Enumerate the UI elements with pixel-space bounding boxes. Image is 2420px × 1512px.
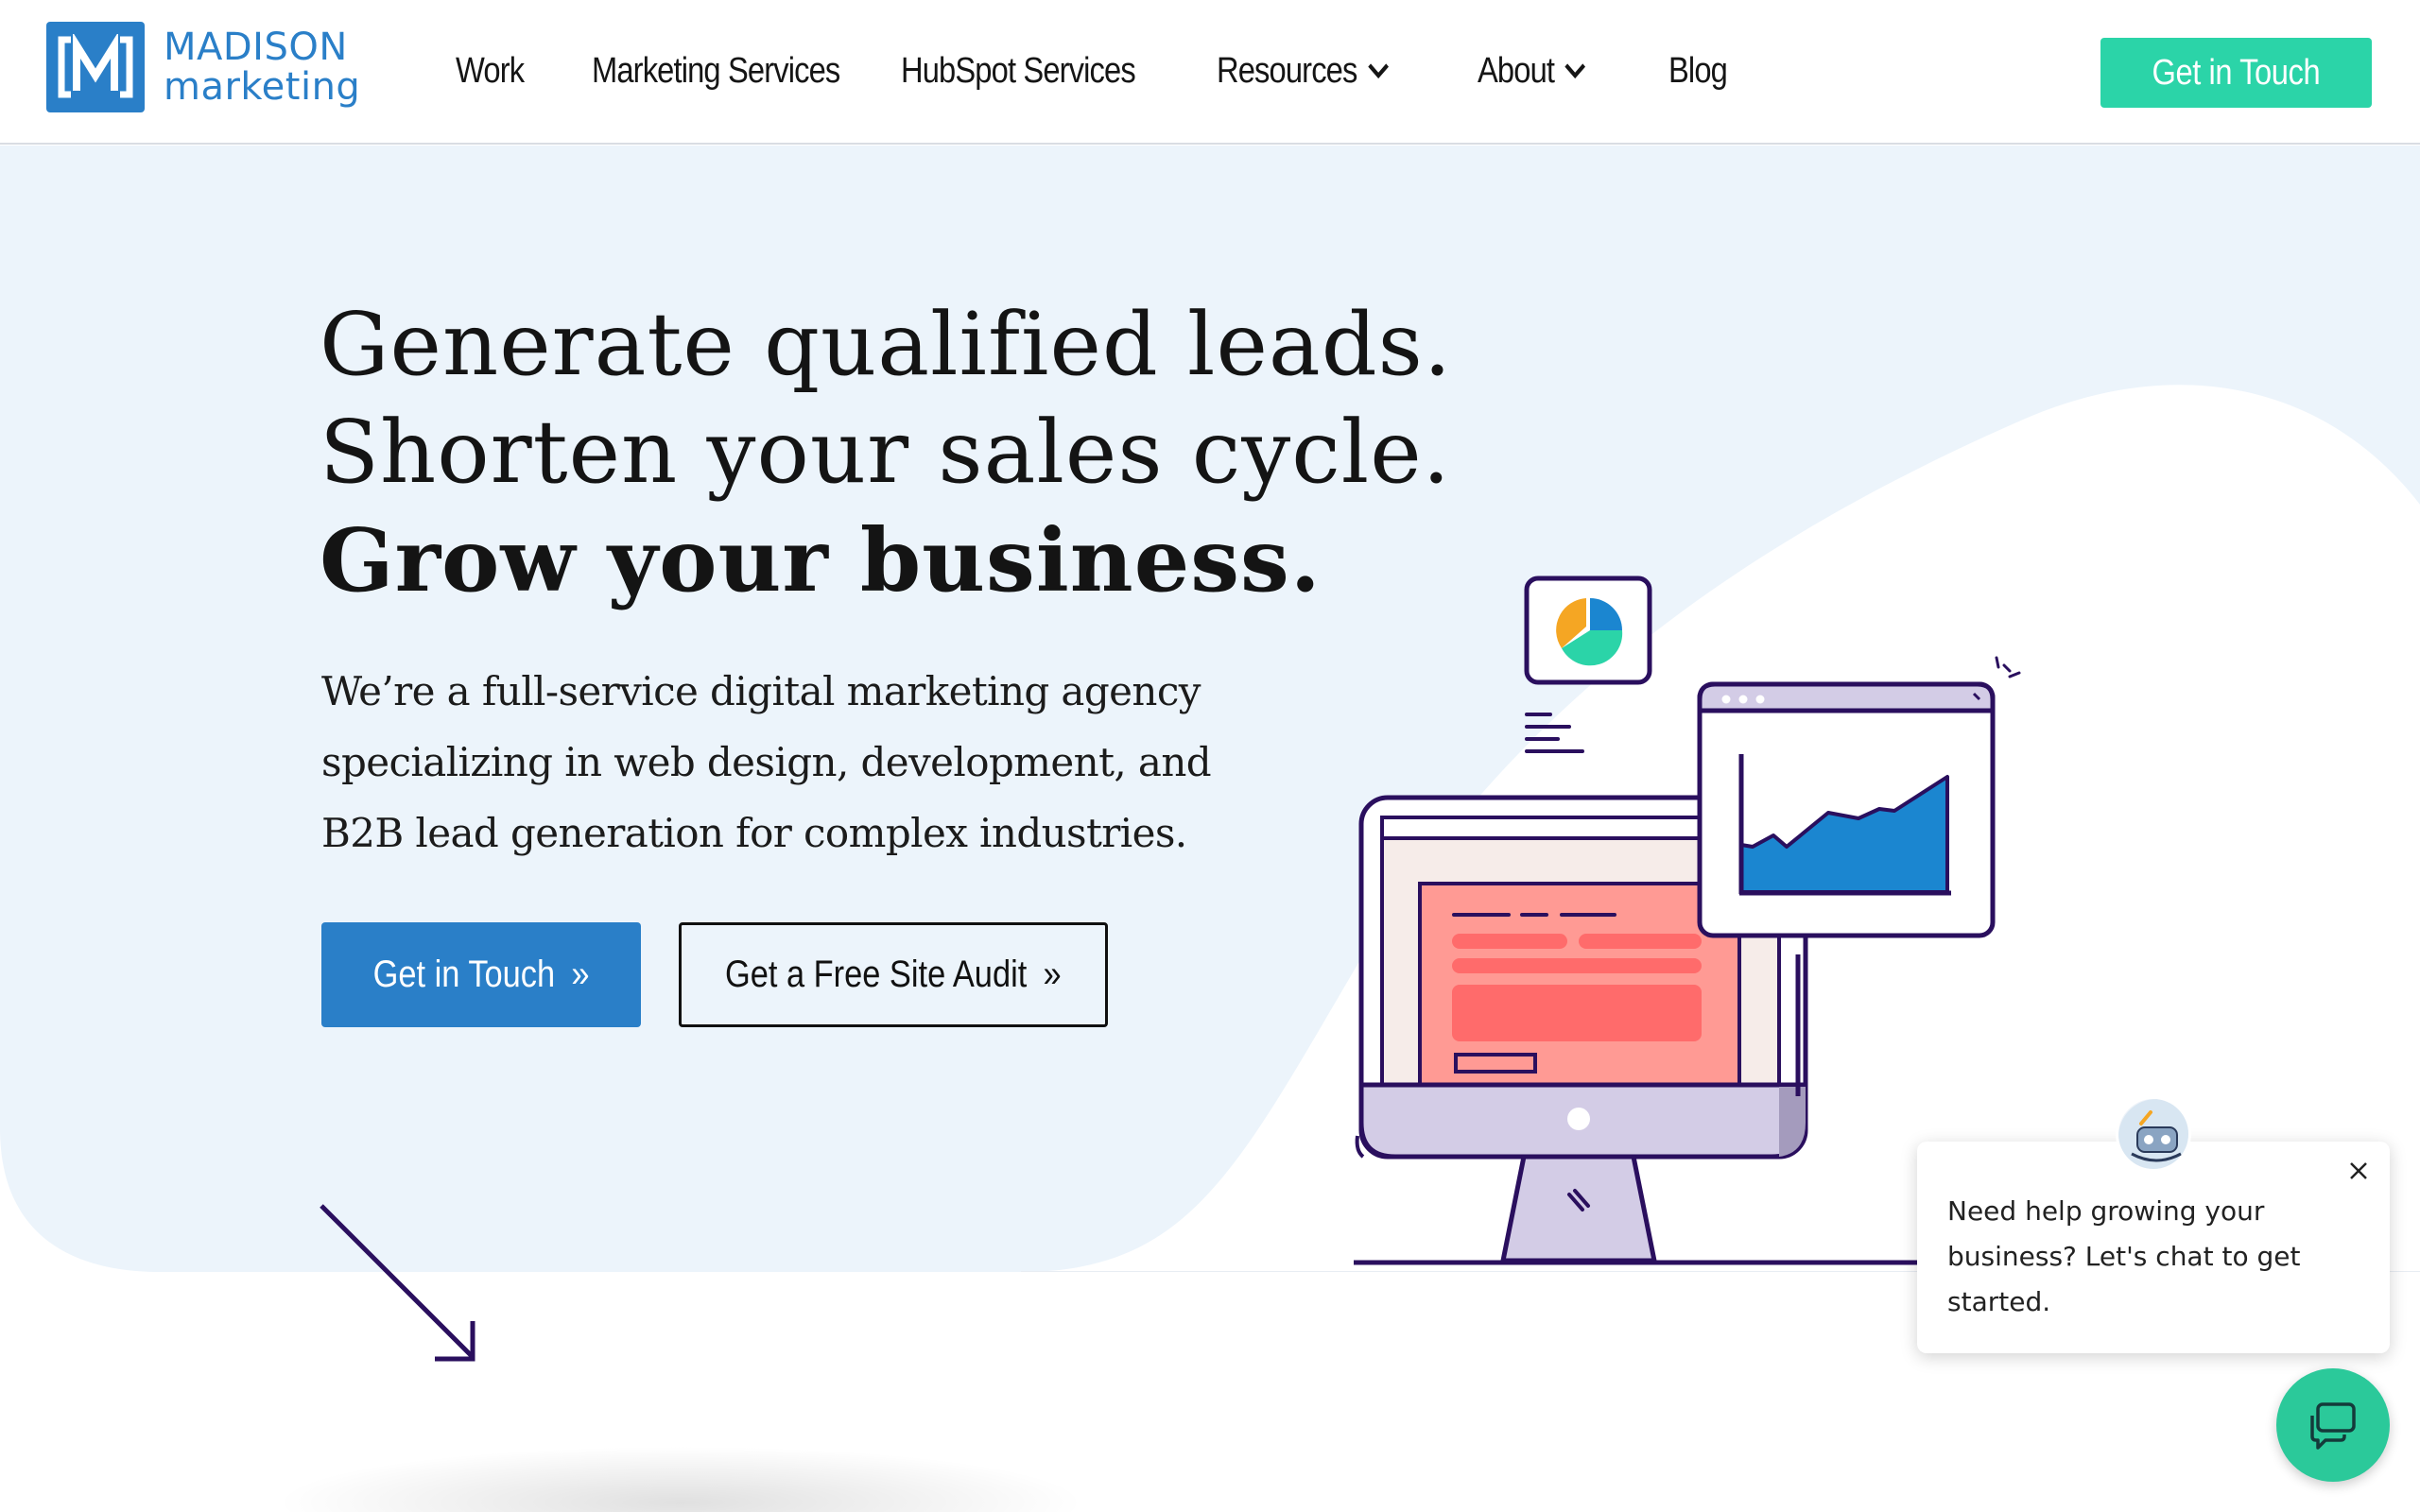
chat-bot-avatar [2116,1096,2191,1172]
chat-bubbles-icon [2310,1402,2356,1450]
chevron-down-icon [1368,63,1389,79]
chevron-down-icon [1564,63,1586,79]
card-shadow [274,1446,1087,1512]
nav-item-label: About [1478,50,1555,91]
nav-item-work[interactable]: Work [456,43,525,99]
scroll-down-arrow-icon [320,1204,475,1362]
button-label: Get in Touch [372,954,556,995]
double-arrow-right-icon: » [1043,954,1062,995]
main-nav: Work Marketing Services HubSpot Services… [456,43,1803,99]
logo-line-2: marketing [164,65,361,109]
header-get-in-touch-button[interactable]: Get in Touch [2100,38,2372,108]
chat-prompt-card[interactable]: Need help growing your business? Let's c… [1917,1142,2390,1353]
nav-item-label: HubSpot Services [901,50,1136,91]
nav-item-label: Marketing Services [592,50,840,91]
nav-item-label: Work [456,50,525,91]
headline-line-1: Generate qualified leads. [320,294,1453,395]
nav-item-hubspot-services[interactable]: HubSpot Services [901,43,1136,99]
hero-get-in-touch-button[interactable]: Get in Touch » [321,922,641,1027]
logo-line-1: MADISON [164,26,348,69]
chat-message: Need help growing your business? Let's c… [1947,1195,2301,1317]
headline-line-2: Shorten your sales cycle. [320,402,1451,503]
site-logo[interactable]: MADISON marketing [46,22,360,112]
analytics-window [1697,681,1996,938]
nav-item-label: Resources [1217,50,1357,91]
site-header: MADISON marketing Work Marketing Service… [0,0,2420,145]
double-arrow-right-icon: » [571,954,590,995]
nav-item-about[interactable]: About [1478,43,1591,99]
nav-item-blog[interactable]: Blog [1668,43,1734,99]
hero-description: We’re a full-service digital marketing a… [321,668,1212,856]
nav-item-resources[interactable]: Resources [1217,43,1391,99]
button-label: Get a Free Site Audit [725,954,1028,995]
sparkle-icon [1995,656,2021,679]
close-icon[interactable] [2344,1157,2373,1185]
nav-item-marketing-services[interactable]: Marketing Services [592,43,840,99]
pie-chart-card [1524,576,1652,685]
button-label: Get in Touch [2152,52,2321,93]
logo-wordmark: MADISON marketing [164,28,360,106]
headline-line-3: Grow your business. [320,509,1322,611]
nav-item-label: Blog [1668,50,1728,91]
text-lines-icon [1525,713,1584,753]
free-site-audit-button[interactable]: Get a Free Site Audit » [679,922,1108,1027]
logo-m-icon [46,22,145,112]
chat-launcher-button[interactable] [2276,1368,2390,1482]
hero-headline: Generate qualified leads. Shorten your s… [320,291,1452,614]
